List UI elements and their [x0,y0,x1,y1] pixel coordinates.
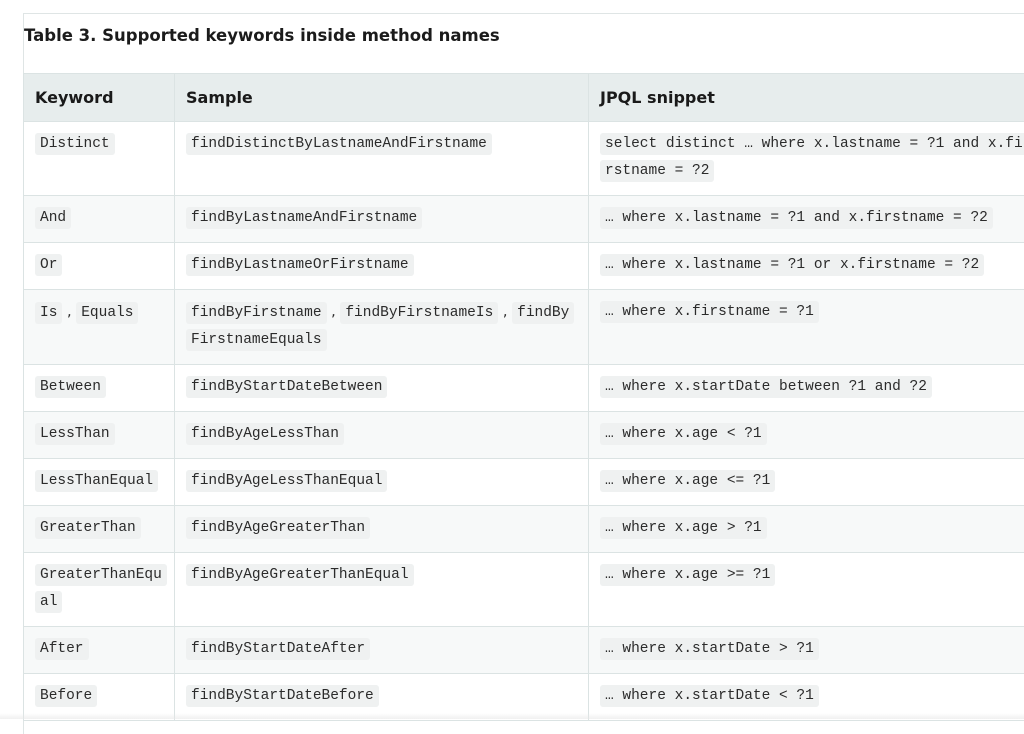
keywords-table: Keyword Sample JPQL snippet Distinct find… [23,73,1024,721]
jpql-code: … where x.startDate > ?1 [600,638,819,660]
header-sample: Sample [175,74,589,122]
jpql-code: … where x.age <= ?1 [600,470,775,492]
table-row: LessThan findByAgeLessThan … where x.age <… [24,412,1024,459]
keyword-code: Is [35,302,62,324]
sample-code: findByLastnameOrFirstname [186,254,414,276]
jpql-code: … where x.age > ?1 [600,517,767,539]
keyword-cell: GreaterThan [24,506,175,553]
keyword-cell: After [24,627,175,674]
jpql-cell: … where x.startDate between ?1 and ?2 [589,365,1024,412]
sample-code: findByLastnameAndFirstname [186,207,422,229]
jpql-code: … where x.startDate < ?1 [600,685,819,707]
jpql-cell: … where x.age < ?1 [589,412,1024,459]
table-row: After findByStartDateAfter … where x.start… [24,627,1024,674]
header-jpql-snippet: JPQL snippet [589,74,1024,122]
sample-cell: findDistinctByLastnameAndFirstname [175,122,589,196]
keyword-code: And [35,207,71,229]
keyword-code: GreaterThanEqual [35,564,167,613]
sample-code: findByFirstnameIs [340,302,498,324]
jpql-cell: … where x.lastname = ?1 or x.firstname =… [589,243,1024,290]
jpql-code: … where x.startDate between ?1 and ?2 [600,376,932,398]
sample-code: findByAgeGreaterThan [186,517,370,539]
keyword-code: GreaterThan [35,517,141,539]
jpql-cell: … where x.age >= ?1 [589,553,1024,627]
table-header-row: Keyword Sample JPQL snippet [24,74,1024,122]
jpql-code: … where x.firstname = ?1 [600,301,819,323]
jpql-code: select distinct … where x.lastname = ?1 … [600,133,1024,182]
keyword-code: LessThan [35,423,115,445]
sample-code: findByAgeLessThanEqual [186,470,387,492]
keyword-code: Or [35,254,62,276]
sample-cell: findByLastnameOrFirstname [175,243,589,290]
keyword-code: After [35,638,89,660]
sample-code: findByStartDateBefore [186,685,379,707]
bottom-shadow [0,713,1024,719]
keyword-cell: LessThan [24,412,175,459]
jpql-code: … where x.lastname = ?1 or x.firstname =… [600,254,984,276]
keyword-cell: And [24,196,175,243]
jpql-cell: … where x.startDate > ?1 [589,627,1024,674]
jpql-code: … where x.lastname = ?1 and x.firstname … [600,207,993,229]
keyword-code: Equals [76,302,138,324]
separator: , [498,304,512,320]
table-row: LessThanEqual findByAgeLessThanEqual … whe… [24,459,1024,506]
keyword-cell: LessThanEqual [24,459,175,506]
table-row: And findByLastnameAndFirstname … where x.l… [24,196,1024,243]
keyword-cell: Or [24,243,175,290]
table-row: GreaterThan findByAgeGreaterThan … where x… [24,506,1024,553]
sample-cell: findByStartDateAfter [175,627,589,674]
jpql-cell: … where x.age <= ?1 [589,459,1024,506]
table-row: Is , EqualsfindByFirstname , findByFirst… [24,290,1024,365]
jpql-cell: … where x.firstname = ?1 [589,290,1024,365]
jpql-cell: … where x.age > ?1 [589,506,1024,553]
table-row: Between findByStartDateBetween … where x.s… [24,365,1024,412]
keyword-code: Between [35,376,106,398]
jpql-code: … where x.age < ?1 [600,423,767,445]
sample-code: findByAgeGreaterThanEqual [186,564,414,586]
sample-cell: findByAgeLessThanEqual [175,459,589,506]
jpql-code: … where x.age >= ?1 [600,564,775,586]
sample-code: findByAgeLessThan [186,423,344,445]
table-row: Or findByLastnameOrFirstname … where x.las… [24,243,1024,290]
sample-code: findByFirstname [186,302,327,324]
sample-cell: findByAgeLessThan [175,412,589,459]
keyword-cell: Between [24,365,175,412]
keyword-code: LessThanEqual [35,470,158,492]
table-row: Distinct findDistinctByLastnameAndFirstna… [24,122,1024,196]
sample-code: findByStartDateAfter [186,638,370,660]
sample-cell: findByFirstname , findByFirstnameIs , fi… [175,290,589,365]
table-caption: Table 3. Supported keywords inside metho… [24,26,500,45]
jpql-cell: … where x.lastname = ?1 and x.firstname … [589,196,1024,243]
sample-code: findByStartDateBetween [186,376,387,398]
sample-cell: findByAgeGreaterThan [175,506,589,553]
keyword-cell: GreaterThanEqual [24,553,175,627]
keyword-cell: Distinct [24,122,175,196]
sample-cell: findByStartDateBetween [175,365,589,412]
sample-cell: findByLastnameAndFirstname [175,196,589,243]
sample-cell: findByAgeGreaterThanEqual [175,553,589,627]
keyword-cell: Is , Equals [24,290,175,365]
jpql-cell: select distinct … where x.lastname = ?1 … [589,122,1024,196]
sample-code: findDistinctByLastnameAndFirstname [186,133,492,155]
keyword-code: Distinct [35,133,115,155]
separator: , [327,304,341,320]
separator: , [62,304,76,320]
keyword-code: Before [35,685,97,707]
table-row: GreaterThanEqual findByAgeGreaterThanEqua… [24,553,1024,627]
header-keyword: Keyword [24,74,175,122]
